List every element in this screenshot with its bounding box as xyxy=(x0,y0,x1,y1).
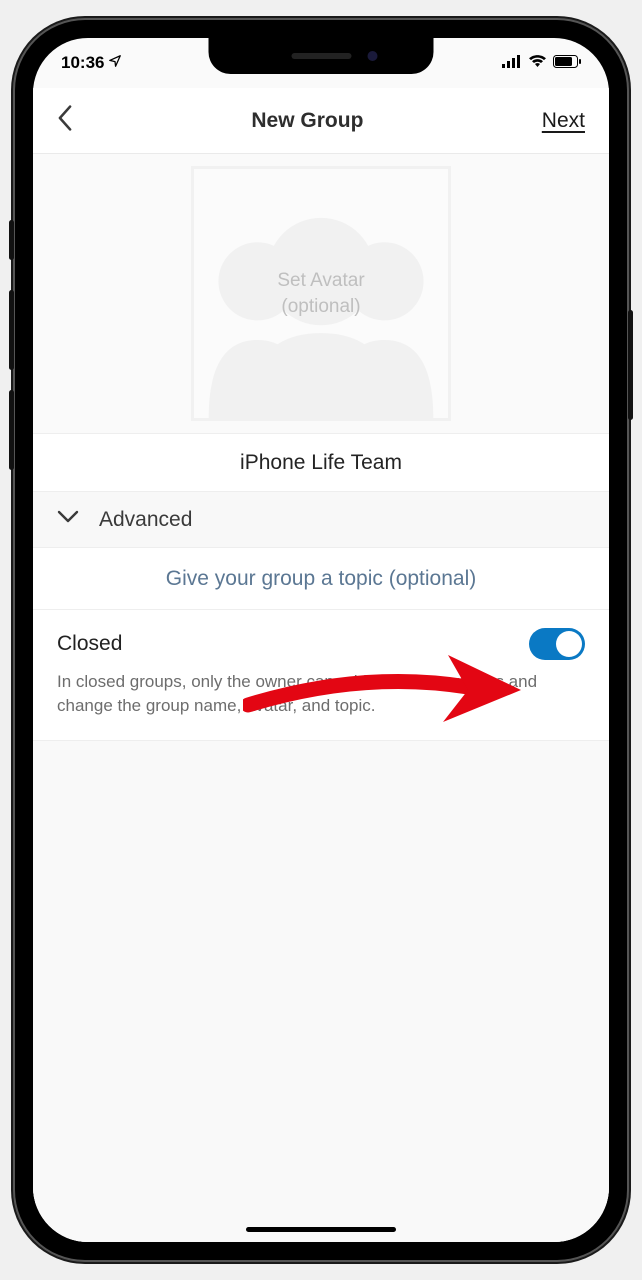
group-name-value: iPhone Life Team xyxy=(240,451,402,475)
closed-label: Closed xyxy=(57,632,122,656)
wifi-icon xyxy=(528,53,547,73)
screen: 10:36 N xyxy=(33,38,609,1242)
avatar-placeholder-text: Set Avatar (optional) xyxy=(277,268,364,319)
avatar-text-line1: Set Avatar xyxy=(277,268,364,294)
avatar-box[interactable]: Set Avatar (optional) xyxy=(191,166,451,421)
toggle-knob xyxy=(556,631,582,657)
empty-space xyxy=(33,741,609,1242)
battery-icon xyxy=(553,53,581,73)
nav-bar: New Group Next xyxy=(33,88,609,154)
advanced-toggle-row[interactable]: Advanced xyxy=(33,492,609,548)
chevron-down-icon xyxy=(57,510,79,529)
topic-placeholder: Give your group a topic (optional) xyxy=(166,567,477,591)
speaker xyxy=(291,53,351,59)
mute-switch xyxy=(9,220,14,260)
closed-section: Closed In closed groups, only the owner … xyxy=(33,610,609,741)
topic-input[interactable]: Give your group a topic (optional) xyxy=(33,548,609,610)
volume-down-button xyxy=(9,390,14,470)
power-button xyxy=(628,310,633,420)
page-title: New Group xyxy=(251,109,363,133)
cellular-icon xyxy=(502,53,522,73)
front-camera xyxy=(368,51,378,61)
home-indicator[interactable] xyxy=(246,1227,396,1232)
status-time: 10:36 xyxy=(61,53,104,73)
volume-up-button xyxy=(9,290,14,370)
notch xyxy=(209,38,434,74)
phone-frame: 10:36 N xyxy=(15,20,627,1260)
closed-description: In closed groups, only the owner can add… xyxy=(57,670,585,718)
closed-toggle[interactable] xyxy=(529,628,585,660)
avatar-text-line2: (optional) xyxy=(277,294,364,320)
location-icon xyxy=(108,53,122,73)
next-button[interactable]: Next xyxy=(542,109,585,133)
back-button[interactable] xyxy=(57,104,73,137)
main-content: New Group Next xyxy=(33,88,609,1242)
advanced-label: Advanced xyxy=(99,508,192,532)
avatar-section[interactable]: Set Avatar (optional) xyxy=(33,154,609,434)
group-name-input[interactable]: iPhone Life Team xyxy=(33,434,609,492)
